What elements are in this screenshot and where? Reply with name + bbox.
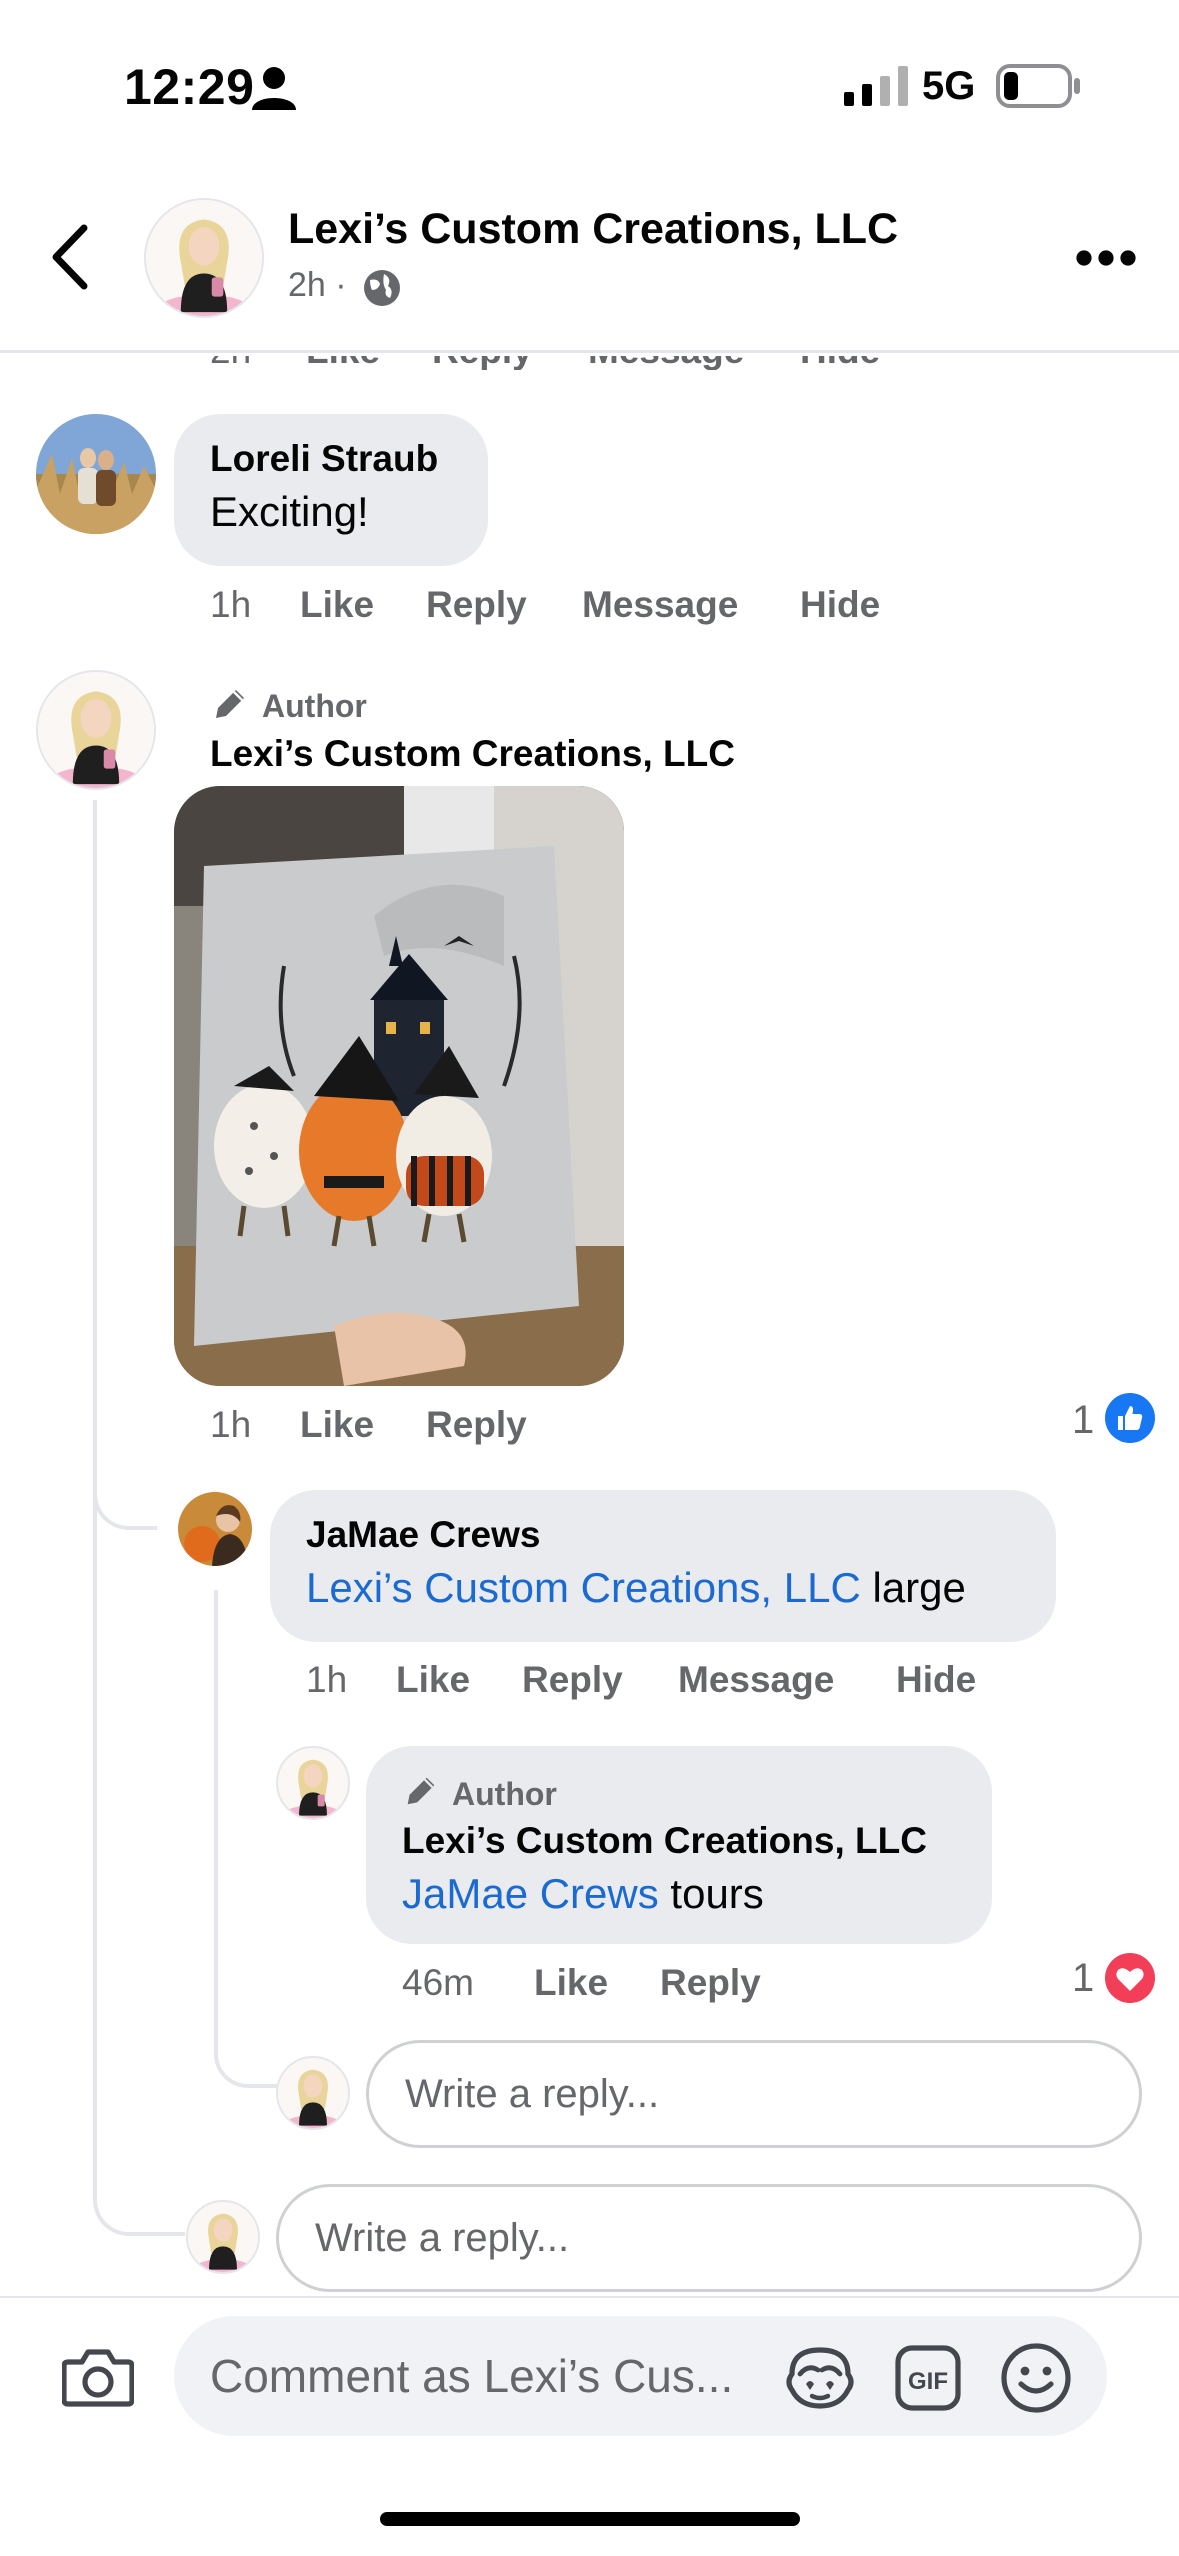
- reply-author[interactable]: JaMae Crews: [306, 1514, 540, 1556]
- partial-action-row: 2h Like Reply Message Hide: [0, 356, 1179, 370]
- commenter-avatar-image: [36, 414, 156, 534]
- comment-image[interactable]: [174, 786, 624, 1386]
- mention-link[interactable]: Lexi’s Custom Creations, LLC: [306, 1564, 861, 1611]
- halloween-chickens-image: [174, 786, 624, 1386]
- battery-icon: [996, 64, 1080, 108]
- like-button[interactable]: Like: [396, 1659, 470, 1701]
- reply-author[interactable]: Lexi’s Custom Creations, LLC: [402, 1820, 927, 1862]
- reply-bubble[interactable]: JaMae Crews Lexi’s Custom Creations, LLC…: [270, 1490, 1056, 1642]
- reply-time: 1h: [306, 1659, 348, 1700]
- comment-bubble[interactable]: Loreli Straub Exciting!: [174, 414, 488, 566]
- reply-input-placeholder: Write a reply...: [405, 2071, 660, 2116]
- like-button[interactable]: Like: [534, 1962, 608, 2004]
- avatar-sticker-icon[interactable]: [784, 2346, 856, 2410]
- hide-button[interactable]: Hide: [800, 584, 880, 626]
- comment-text: Exciting!: [210, 488, 369, 535]
- reply-time: 46m: [402, 1962, 474, 2003]
- user-avatar-image: [278, 2058, 348, 2128]
- reply-thread-connector: [214, 2040, 284, 2088]
- author-avatar-image: [278, 1748, 348, 1818]
- comment-time: 1h: [210, 1404, 252, 1445]
- reply-button[interactable]: Reply: [522, 1659, 623, 1701]
- love-reaction-icon[interactable]: [1104, 1952, 1156, 2004]
- user-avatar: [276, 2056, 350, 2130]
- comment-input-placeholder: Comment as Lexi’s Cus...: [210, 2350, 734, 2402]
- comment-author[interactable]: Lexi’s Custom Creations, LLC: [210, 733, 735, 775]
- thread-line: [93, 2150, 97, 2190]
- author-avatar[interactable]: [36, 670, 156, 790]
- signal-icon: [844, 66, 908, 106]
- reply-input[interactable]: Write a reply...: [366, 2040, 1142, 2148]
- message-button[interactable]: Message: [678, 1659, 834, 1701]
- camera-icon[interactable]: [62, 2346, 134, 2408]
- commenter-avatar[interactable]: [178, 1492, 252, 1566]
- commenter-avatar[interactable]: [36, 414, 156, 534]
- reply-text-body: large: [860, 1564, 966, 1611]
- more-options-icon[interactable]: [1076, 246, 1136, 270]
- reply-text: Lexi’s Custom Creations, LLC large: [306, 1564, 966, 1612]
- thread-connector: [93, 2186, 185, 2236]
- reaction-count[interactable]: 1: [1072, 1398, 1094, 1443]
- composer-divider: [0, 2296, 1179, 2298]
- comment-time: 1h: [210, 584, 252, 625]
- status-time: 12:29: [124, 59, 255, 115]
- message-button[interactable]: Message: [582, 584, 738, 626]
- reply-button[interactable]: Reply: [426, 1404, 527, 1446]
- svg-text:GIF: GIF: [908, 2368, 948, 2395]
- thread-line: [93, 800, 97, 1500]
- thread-line: [93, 1500, 97, 2160]
- hide-button[interactable]: Hide: [896, 1659, 976, 1701]
- reply-text: JaMae Crews tours: [402, 1870, 764, 1918]
- reaction-count[interactable]: 1: [1072, 1956, 1094, 2001]
- mention-link[interactable]: JaMae Crews: [402, 1870, 659, 1917]
- reply-input[interactable]: Write a reply...: [276, 2184, 1142, 2292]
- reply-input-placeholder: Write a reply...: [315, 2215, 570, 2260]
- reply-button[interactable]: Reply: [660, 1962, 761, 2004]
- globe-icon: [364, 270, 400, 306]
- header-divider: [0, 350, 1179, 353]
- like-button[interactable]: Like: [300, 1404, 374, 1446]
- author-avatar[interactable]: [276, 1746, 350, 1820]
- author-pen-icon: [407, 1777, 435, 1805]
- author-pen-icon: [216, 690, 244, 718]
- thread-connector: [93, 1470, 157, 1530]
- gif-icon[interactable]: GIF: [894, 2344, 962, 2412]
- reply-button[interactable]: Reply: [426, 584, 527, 626]
- person-icon: [252, 67, 296, 110]
- post-time: 2h ·: [288, 266, 347, 304]
- user-avatar-image: [188, 2202, 258, 2272]
- page-avatar[interactable]: [144, 198, 264, 318]
- reply-thread-line: [214, 1590, 218, 2050]
- like-reaction-icon[interactable]: [1104, 1392, 1156, 1444]
- comment-author[interactable]: Loreli Straub: [210, 438, 438, 480]
- commenter-avatar-image: [178, 1492, 252, 1566]
- page-title[interactable]: Lexi’s Custom Creations, LLC: [288, 205, 898, 254]
- nested-reply-bubble[interactable]: Author Lexi’s Custom Creations, LLC JaMa…: [366, 1746, 992, 1944]
- page-avatar-image: [146, 200, 262, 316]
- home-indicator: [380, 2512, 800, 2526]
- author-tag: Author: [262, 688, 367, 724]
- author-avatar-image: [38, 672, 154, 788]
- network-label: 5G: [922, 64, 976, 108]
- reply-text-body: tours: [658, 1870, 764, 1917]
- emoji-icon[interactable]: [1000, 2342, 1072, 2414]
- back-icon[interactable]: [48, 222, 92, 292]
- author-tag: Author: [452, 1776, 557, 1812]
- like-button[interactable]: Like: [300, 584, 374, 626]
- user-avatar: [186, 2200, 260, 2274]
